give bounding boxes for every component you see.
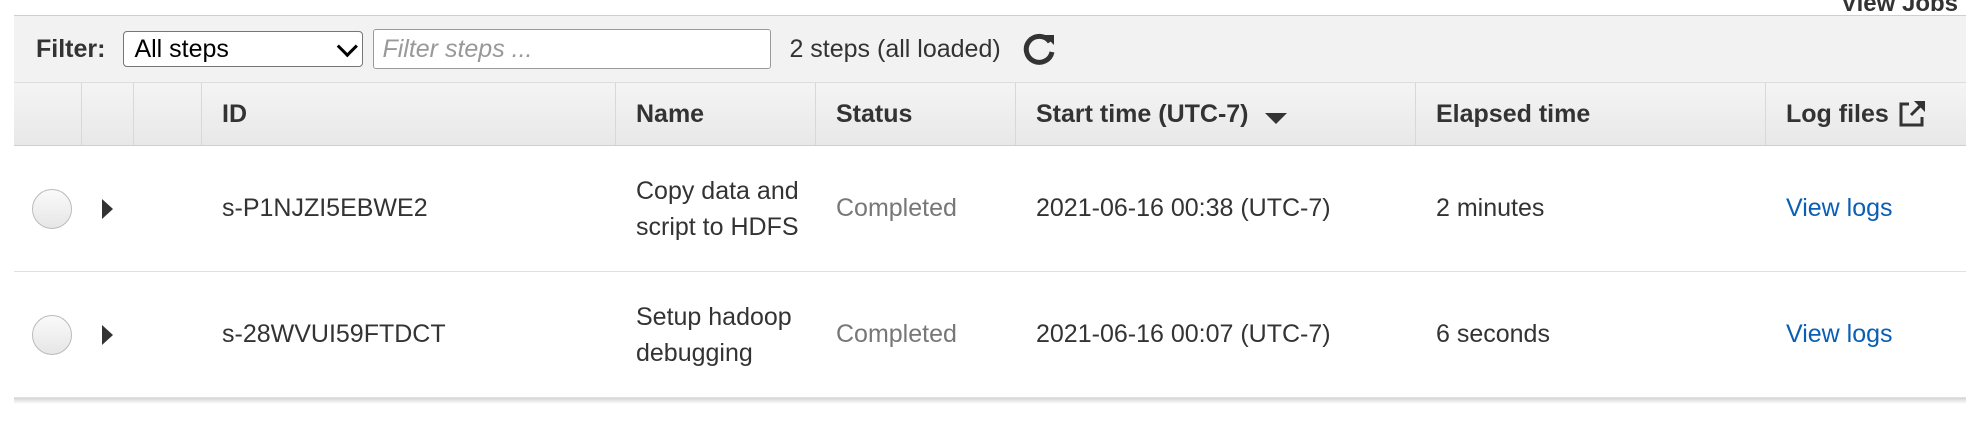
step-status: Completed	[836, 194, 957, 222]
header-select-col	[14, 83, 82, 145]
header-expand-col	[82, 83, 134, 145]
steps-table: ID Name Status Start time (UTC-7) Elapse…	[14, 83, 1966, 398]
header-log-files[interactable]: Log files	[1766, 83, 1966, 145]
table-bottom-shadow	[14, 398, 1966, 404]
step-filter-select[interactable]: All steps	[123, 31, 364, 67]
header-elapsed-time[interactable]: Elapsed time	[1416, 83, 1766, 145]
step-elapsed-time: 6 seconds	[1436, 320, 1550, 348]
step-id: s-P1NJZI5EBWE2	[222, 194, 428, 222]
view-logs-link[interactable]: View logs	[1766, 146, 1966, 271]
step-name: Copy data and script to HDFS	[636, 176, 799, 241]
step-id: s-28WVUI59FTDCT	[222, 320, 446, 348]
step-elapsed-time: 2 minutes	[1436, 194, 1545, 222]
step-start-time: 2021-06-16 00:07 (UTC-7)	[1036, 320, 1331, 348]
filter-steps-input[interactable]: Filter steps ...	[373, 29, 772, 69]
table-row[interactable]: s-28WVUI59FTDCT Setup hadoop debugging C…	[14, 272, 1966, 398]
steps-count: 2 steps (all loaded)	[789, 34, 1001, 63]
header-name[interactable]: Name	[616, 83, 816, 145]
step-name: Setup hadoop debugging	[636, 302, 792, 367]
header-status[interactable]: Status	[816, 83, 1016, 145]
sort-desc-icon	[1264, 112, 1287, 124]
row-select-radio[interactable]	[32, 188, 72, 229]
step-status: Completed	[836, 320, 957, 348]
refresh-icon[interactable]	[1019, 29, 1059, 69]
chevron-down-icon	[337, 35, 359, 57]
header-start-time[interactable]: Start time (UTC-7)	[1016, 83, 1416, 145]
expand-caret-icon[interactable]	[102, 198, 113, 219]
external-link-icon[interactable]	[1897, 99, 1927, 129]
step-filter-select-value: All steps	[134, 34, 229, 63]
expand-caret-icon[interactable]	[102, 324, 113, 345]
header-id[interactable]: ID	[202, 83, 616, 145]
header-spacer-col	[134, 83, 202, 145]
view-logs-link[interactable]: View logs	[1766, 272, 1966, 397]
table-header: ID Name Status Start time (UTC-7) Elapse…	[14, 83, 1966, 146]
step-start-time: 2021-06-16 00:38 (UTC-7)	[1036, 194, 1331, 222]
filter-label: Filter:	[36, 34, 106, 63]
table-row[interactable]: s-P1NJZI5EBWE2 Copy data and script to H…	[14, 146, 1966, 272]
filter-bar: Filter: All steps Filter steps ... 2 ste…	[14, 16, 1966, 83]
row-select-radio[interactable]	[32, 314, 72, 355]
